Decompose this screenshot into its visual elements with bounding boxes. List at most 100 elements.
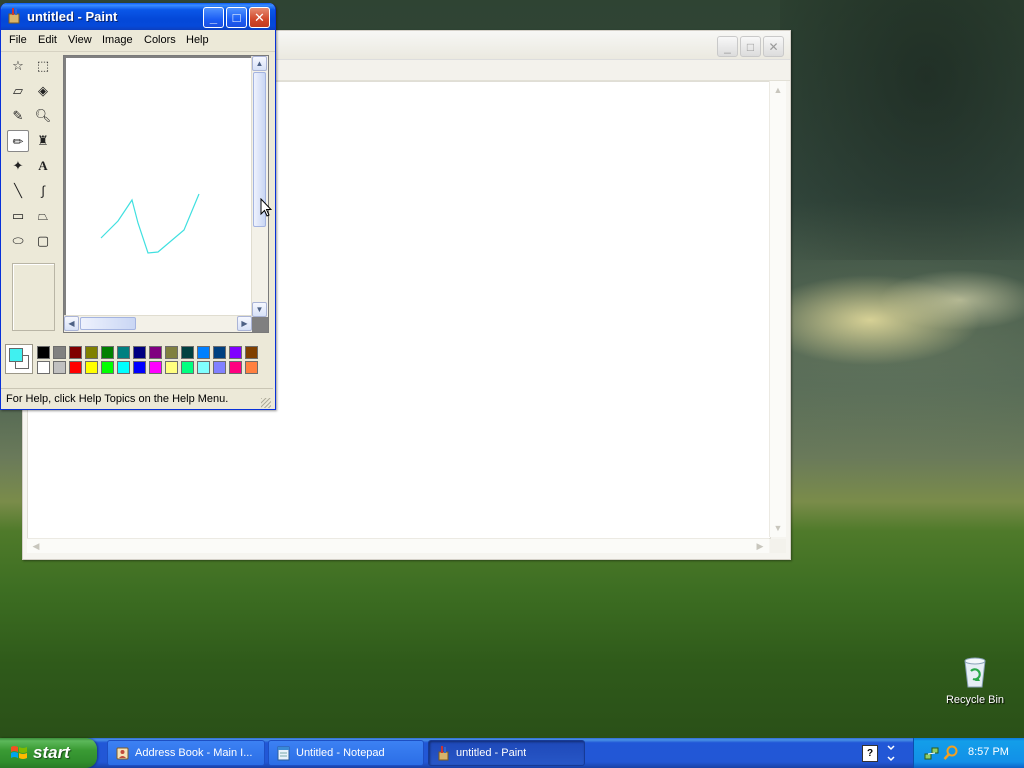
start-button[interactable]: start [0, 738, 97, 768]
notepad-maximize-button[interactable]: □ [740, 36, 761, 57]
start-label: start [33, 743, 70, 762]
paint-maximize-button[interactable]: □ [226, 7, 247, 28]
scroll-right-arrow-icon[interactable]: ▶ [754, 540, 766, 552]
text-tool-icon[interactable]: A [32, 155, 54, 177]
ellipse-icon[interactable]: ⬭ [7, 230, 29, 252]
current-colors-box [5, 344, 33, 374]
pencil-icon[interactable]: ✏︎ [7, 130, 29, 152]
curve-icon[interactable]: ∫ [32, 180, 54, 202]
palette-color-swatch[interactable] [165, 346, 178, 359]
paint-toolbox: ☆ ⬚ ▱ ◈ ✎ 🔍︎ ✏︎ ♜ ✦ A ╲ ∫ ▭ ⏢ ⬭ ▢ [3, 55, 61, 333]
scroll-left-arrow-icon[interactable]: ◀ [30, 540, 42, 552]
taskbar-button-paint[interactable]: untitled - Paint [428, 740, 585, 766]
color-picker-icon[interactable]: ✎ [7, 105, 29, 127]
palette-color-swatch[interactable] [229, 361, 242, 374]
palette-color-swatch[interactable] [85, 346, 98, 359]
status-text: For Help, click Help Topics on the Help … [6, 393, 229, 405]
palette-color-swatch[interactable] [197, 346, 210, 359]
airbrush-icon[interactable]: ✦ [7, 155, 29, 177]
network-icon[interactable] [924, 745, 940, 761]
menu-help[interactable]: Help [186, 34, 209, 46]
rectangle-select-icon[interactable]: ⬚ [32, 55, 54, 77]
tray-expand-arrows-icon[interactable] [885, 744, 897, 762]
recycle-bin-label: Recycle Bin [945, 694, 1005, 706]
wallpaper-clouds [780, 0, 1024, 260]
notepad-minimize-button[interactable]: _ [717, 36, 738, 57]
scroll-up-arrow-icon[interactable]: ▲ [772, 84, 784, 96]
palette-color-swatch[interactable] [133, 361, 146, 374]
palette-color-swatch[interactable] [101, 346, 114, 359]
free-form-select-icon[interactable]: ☆ [7, 55, 29, 77]
paint-app-icon [438, 746, 449, 761]
palette-color-swatch[interactable] [101, 361, 114, 374]
palette-color-swatch[interactable] [165, 361, 178, 374]
palette-color-swatch[interactable] [229, 346, 242, 359]
notepad-vertical-scrollbar[interactable]: ▲ ▼ [769, 81, 786, 537]
palette-color-swatch[interactable] [245, 346, 258, 359]
palette-color-swatch[interactable] [213, 361, 226, 374]
canvas-vertical-scrollbar[interactable]: ▲ ▼ [251, 56, 268, 317]
rounded-rectangle-icon[interactable]: ▢ [32, 230, 54, 252]
taskbar-button-notepad[interactable]: Untitled - Notepad [268, 740, 424, 766]
recycle-bin-shortcut[interactable]: Recycle Bin [940, 655, 1010, 706]
canvas-horizontal-scrollbar[interactable]: ◀ ▶ [64, 315, 252, 332]
menu-edit[interactable]: Edit [38, 34, 57, 46]
brush-icon[interactable]: ♜ [32, 130, 54, 152]
palette-color-swatch[interactable] [53, 346, 66, 359]
menu-view[interactable]: View [68, 34, 92, 46]
resize-grip[interactable] [261, 398, 271, 408]
polygon-icon[interactable]: ⏢ [32, 205, 54, 227]
fill-bucket-icon[interactable]: ◈ [32, 80, 54, 102]
scroll-left-button[interactable]: ◀ [64, 316, 79, 331]
color-palette [3, 339, 271, 379]
notepad-resize-grip[interactable] [770, 539, 786, 553]
palette-color-swatch[interactable] [181, 346, 194, 359]
task-label: Address Book - Main I... [135, 747, 253, 759]
scroll-right-button[interactable]: ▶ [237, 316, 252, 331]
task-label: untitled - Paint [456, 747, 527, 759]
paint-title: untitled - Paint [27, 9, 118, 24]
horizontal-scroll-thumb[interactable] [80, 317, 136, 330]
scroll-down-arrow-icon[interactable]: ▼ [772, 522, 784, 534]
palette-color-swatch[interactable] [37, 361, 50, 374]
notepad-close-button[interactable]: ✕ [763, 36, 784, 57]
paint-titlebar[interactable]: untitled - Paint _ □ ✕ [1, 3, 275, 30]
paint-minimize-button[interactable]: _ [203, 7, 224, 28]
palette-color-swatch[interactable] [69, 361, 82, 374]
scroll-down-button[interactable]: ▼ [252, 302, 267, 317]
scroll-up-button[interactable]: ▲ [252, 56, 267, 71]
palette-color-swatch[interactable] [181, 361, 194, 374]
tool-options-box[interactable] [12, 263, 55, 331]
palette-color-swatch[interactable] [149, 346, 162, 359]
address-book-icon [116, 747, 129, 760]
palette-color-swatch[interactable] [69, 346, 82, 359]
palette-color-swatch[interactable] [245, 361, 258, 374]
paint-close-button[interactable]: ✕ [249, 7, 270, 28]
search-icon[interactable] [943, 745, 959, 761]
palette-color-swatch[interactable] [197, 361, 210, 374]
palette-color-swatch[interactable] [117, 346, 130, 359]
paint-window[interactable]: untitled - Paint _ □ ✕ File Edit View Im… [0, 3, 276, 410]
notepad-horizontal-scrollbar[interactable]: ◀ ▶ [27, 538, 769, 553]
mouse-cursor-icon [260, 198, 272, 217]
menu-file[interactable]: File [9, 34, 27, 46]
taskbar-button-address-book[interactable]: Address Book - Main I... [107, 740, 265, 766]
menu-image[interactable]: Image [102, 34, 133, 46]
recycle-bin-icon [964, 657, 986, 688]
drawing-canvas[interactable] [66, 58, 253, 315]
palette-color-swatch[interactable] [53, 361, 66, 374]
palette-color-swatch[interactable] [213, 346, 226, 359]
palette-color-swatch[interactable] [133, 346, 146, 359]
line-icon[interactable]: ╲ [7, 180, 29, 202]
palette-color-swatch[interactable] [85, 361, 98, 374]
palette-color-swatch[interactable] [149, 361, 162, 374]
help-language-icon[interactable]: ? [862, 745, 878, 762]
magnifier-icon[interactable]: 🔍︎ [32, 105, 54, 127]
task-label: Untitled - Notepad [296, 747, 385, 759]
palette-color-swatch[interactable] [117, 361, 130, 374]
rectangle-icon[interactable]: ▭ [7, 205, 29, 227]
palette-color-swatch[interactable] [37, 346, 50, 359]
menu-colors[interactable]: Colors [144, 34, 176, 46]
eraser-icon[interactable]: ▱ [7, 80, 29, 102]
foreground-color-swatch[interactable] [9, 348, 23, 362]
